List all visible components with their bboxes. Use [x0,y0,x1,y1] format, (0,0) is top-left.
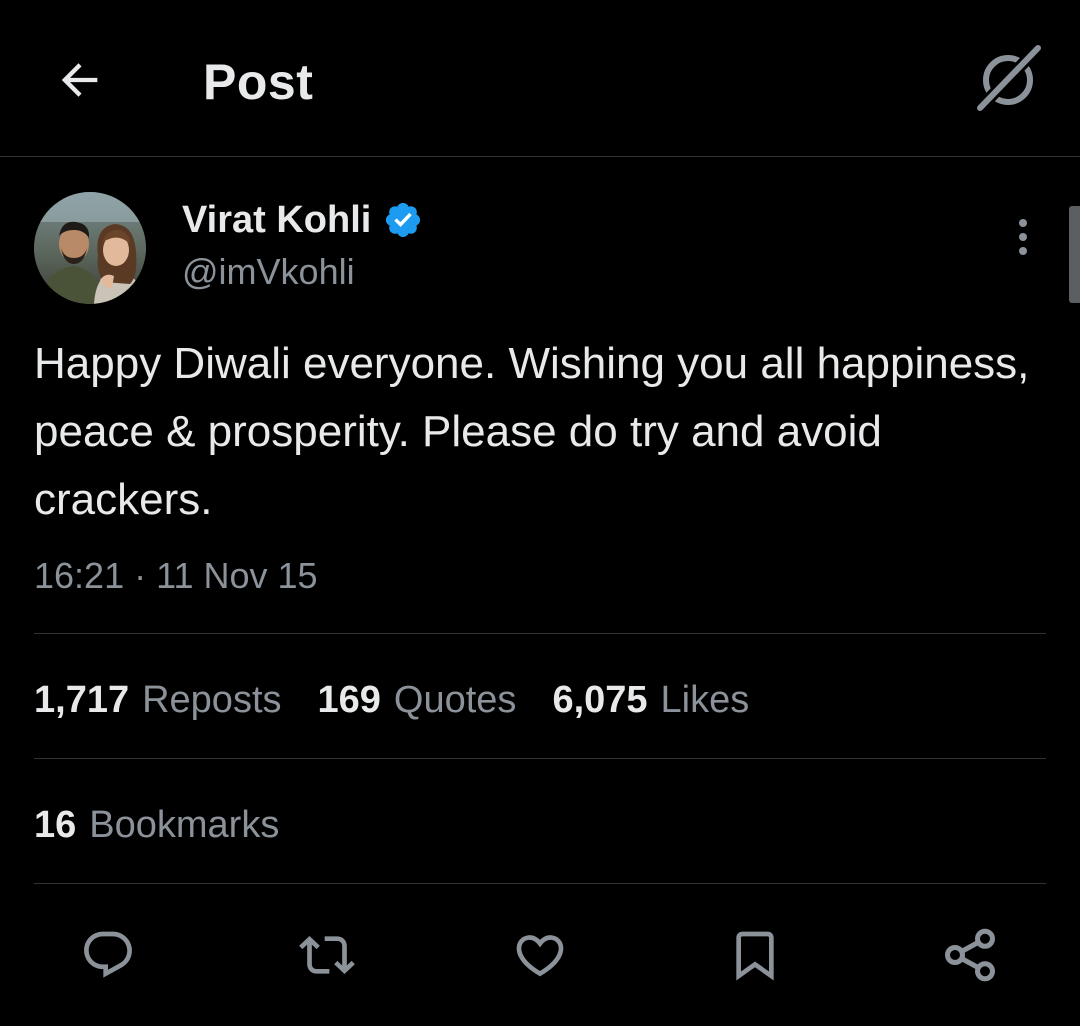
likes-stat[interactable]: 6,075 Likes [552,675,749,725]
reply-button[interactable] [73,920,143,990]
post-time: 16:21 [34,555,125,596]
action-bar [0,920,1080,990]
reply-icon [84,931,132,978]
bookmarks-stat-row: 16 Bookmarks [34,800,279,850]
quotes-label: Quotes [393,679,517,721]
author-handle[interactable]: @imVkohli [182,250,355,294]
author-avatar[interactable] [34,192,146,304]
engagement-stats: 1,717 Reposts 169 Quotes 6,075 Likes [34,675,749,725]
top-app-bar: Post [0,0,1080,157]
more-options-button[interactable] [1000,212,1046,262]
verified-badge-icon [386,202,421,238]
share-button[interactable] [935,920,1005,990]
likes-count: 6,075 [552,679,648,721]
reposts-stat[interactable]: 1,717 Reposts [34,675,282,725]
author-display-name: Virat Kohli [182,199,372,241]
quotes-stat[interactable]: 169 Quotes [318,675,517,725]
quotes-count: 169 [317,679,381,721]
bookmarks-stat[interactable]: 16 Bookmarks [34,800,279,850]
arrow-left-icon [61,63,98,97]
post-date: 11 Nov 15 [156,555,318,596]
grok-button[interactable] [972,44,1044,116]
bookmarks-label: Bookmarks [89,804,280,846]
divider [34,633,1046,634]
avatar-photo [34,192,146,304]
share-icon [945,928,995,982]
reposts-label: Reposts [142,679,282,721]
divider [34,758,1046,759]
bookmarks-count: 16 [34,804,77,846]
bookmark-icon [736,931,774,981]
repost-button[interactable] [292,920,362,990]
likes-label: Likes [660,679,750,721]
post-text: Happy Diwali everyone. Wishing you all h… [34,339,1030,524]
repost-icon [299,936,355,974]
bookmark-button[interactable] [720,920,790,990]
reposts-count: 1,717 [34,679,130,721]
post-timestamp: 16:21 · 11 Nov 15 [34,552,318,600]
back-button[interactable] [50,50,110,110]
like-icon [516,935,564,977]
scrollbar-thumb[interactable] [1069,206,1080,303]
grok-icon [975,44,1043,113]
divider [34,883,1046,884]
like-button[interactable] [505,920,575,990]
meta-separator: · [134,555,147,596]
page-title: Post [203,54,314,110]
author-name[interactable]: Virat Kohli [182,197,423,243]
more-vertical-icon [1019,219,1027,255]
